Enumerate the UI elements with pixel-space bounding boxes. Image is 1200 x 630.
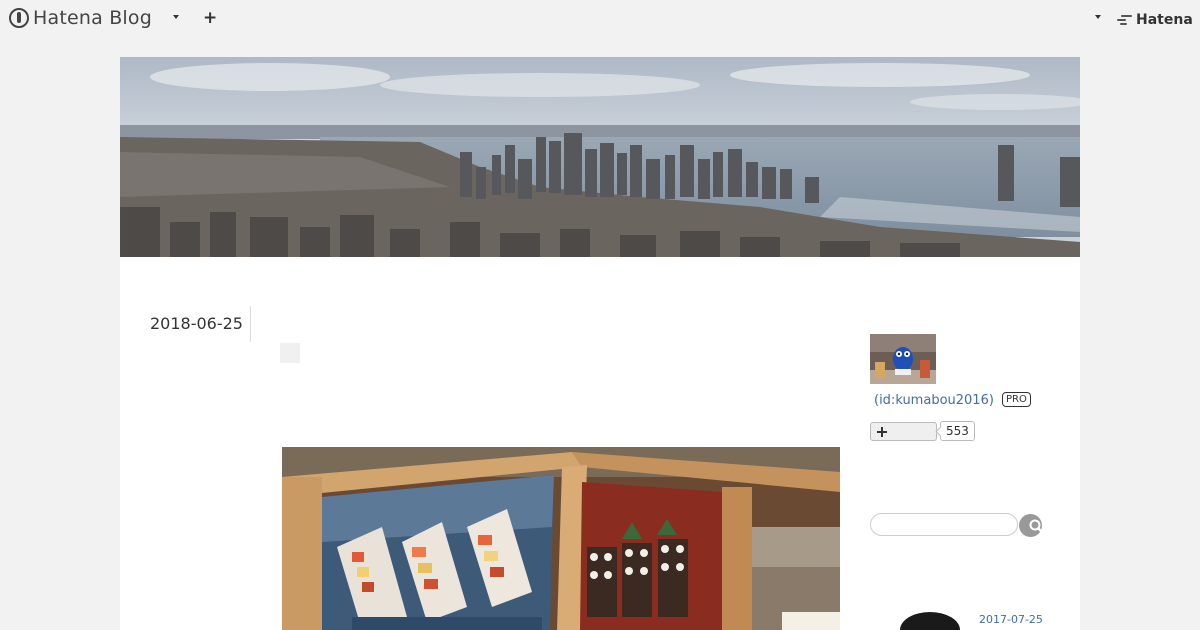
global-header: Hatena Blog + Hatena [0,0,1200,38]
follower-count[interactable]: 553 [940,421,975,441]
entry-date[interactable]: 2018-06-25 [150,314,243,333]
add-entry-button[interactable]: + [203,8,217,28]
recent-entry-thumbnail[interactable] [898,610,962,630]
skyline-panorama-image [120,57,1080,257]
entry-photo[interactable] [282,447,840,630]
brand-text: Hatena Blog [33,7,152,29]
search-input[interactable] [870,513,1018,536]
bento-display-image [282,447,840,630]
hatena-wind-icon [1117,14,1133,26]
hatena-blog-icon [9,8,29,28]
placeholder-image [280,343,300,363]
profile-id-link[interactable]: (id:kumabou2016) [874,393,994,408]
search-icon [1029,519,1044,534]
hatena-blog-logo[interactable]: Hatena Blog [9,6,152,30]
follow-button[interactable] [870,422,937,441]
search-button[interactable] [1019,514,1044,537]
date-divider [250,306,251,342]
header-image[interactable] [120,57,1080,257]
chevron-down-icon[interactable] [173,15,179,19]
recent-entry-date[interactable]: 2017-07-25 [979,613,1043,626]
profile-avatar[interactable] [870,334,936,384]
blog-container: 2018-06-25 (id:kumabou2016) PRO 553 2017… [120,57,1080,630]
hatena-logo-link[interactable]: Hatena [1117,10,1193,30]
avatar-image [870,334,936,384]
user-menu-chevron-icon[interactable] [1095,15,1101,19]
pro-badge: PRO [1002,392,1031,407]
recent-thumbnail-image [898,610,962,630]
hatena-logo-text: Hatena [1136,12,1193,28]
